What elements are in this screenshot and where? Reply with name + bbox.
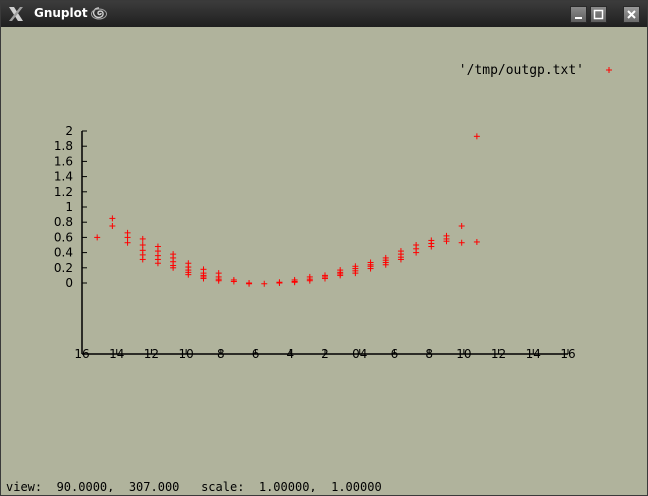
scatter-chart: 00.20.40.60.811.21.41.61.82 16 14 12 10 8 6 4 2…: [54, 63, 612, 361]
data-point: [124, 239, 131, 246]
x-tick-label: 2: [321, 347, 329, 361]
data-point: [322, 275, 328, 282]
x-tick-label: 6: [391, 347, 399, 361]
data-point: [337, 272, 344, 279]
data-point: [109, 223, 116, 229]
x-tick-label: 8: [217, 347, 225, 361]
y-tick-label: 1.6: [54, 154, 73, 168]
data-point: [306, 277, 313, 284]
swirl-icon: [90, 5, 108, 23]
y-tick-label: 0.6: [54, 230, 73, 244]
x-tick-label: 14: [526, 347, 541, 361]
gnuplot-window: Gnuplot 0 0.2 0.4 0.6 0.8 1 1.2 1.4 1.6 1.8 2 16 14…: [0, 0, 648, 496]
data-point: [458, 239, 465, 246]
x-tick-label: 14: [109, 347, 124, 361]
y-tick-label: 0.8: [54, 215, 73, 229]
data-point: [473, 133, 480, 140]
x-tick-label: 12: [491, 347, 506, 361]
data-point: [473, 238, 480, 245]
x-tick-label: 10: [179, 347, 194, 361]
y-tick-label: 2: [65, 124, 73, 138]
x-tick-label: 6: [252, 347, 260, 361]
legend-marker: [606, 67, 612, 73]
x-tick-label: 16: [560, 347, 575, 361]
data-point: [458, 223, 465, 229]
data-point: [230, 278, 237, 285]
x-tick-label: 10: [456, 347, 471, 361]
data-point: [139, 235, 146, 242]
data-point: [109, 215, 116, 222]
data-point: [215, 277, 222, 284]
data-point: [246, 280, 253, 287]
title-bar[interactable]: Gnuplot: [1, 1, 647, 27]
data-point: [139, 256, 146, 263]
data-point: [261, 280, 268, 287]
data-point: [413, 249, 420, 256]
x-tick-label: 12: [144, 347, 159, 361]
y-tick-label: 1: [65, 200, 73, 214]
y-tick-label: 1.2: [54, 185, 73, 199]
data-point: [94, 234, 101, 241]
y-tick-label: 1.4: [54, 170, 73, 184]
data-point: [200, 275, 207, 282]
plot-canvas[interactable]: 0 0.2 0.4 0.6 0.8 1 1.2 1.4 1.6 1.8 2 16 14 12 10 8 6 4 2…: [4, 27, 644, 492]
data-point: [276, 279, 283, 286]
maximize-button[interactable]: [590, 6, 607, 23]
data-point: [139, 242, 146, 248]
window-title: Gnuplot: [34, 6, 88, 20]
status-bar: view: 90.0000, 307.000 scale: 1.00000, 1…: [6, 480, 382, 492]
y-tick-label: 0.4: [54, 246, 73, 260]
data-point: [124, 234, 131, 241]
y-tick-label: 1.8: [54, 139, 73, 153]
legend-plus-icon: [606, 67, 612, 73]
x-tick-label: 8: [425, 347, 433, 361]
x-tick-label: 16: [74, 347, 89, 361]
x-tick-label: 4: [286, 347, 294, 361]
y-tick-label: 0.2: [54, 261, 73, 275]
data-point: [154, 260, 161, 267]
close-icon: [627, 10, 636, 19]
y-tick-label: 0: [65, 276, 73, 290]
x-logo-icon[interactable]: [7, 5, 25, 23]
minimize-icon: [575, 17, 582, 19]
x-tick-label: 04: [352, 347, 367, 361]
close-button[interactable]: [623, 6, 640, 23]
maximize-icon: [593, 9, 604, 20]
data-point: [428, 243, 435, 250]
legend-label: '/tmp/outgp.txt': [459, 63, 584, 78]
minimize-button[interactable]: [570, 6, 587, 23]
